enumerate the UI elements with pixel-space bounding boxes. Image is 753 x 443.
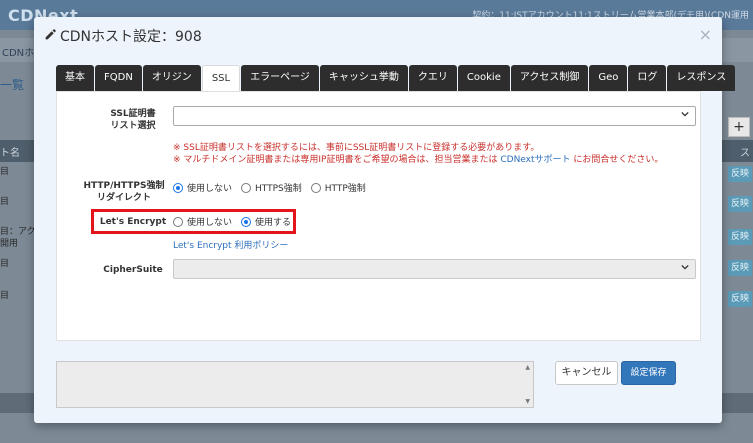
lets-encrypt-radio-group: 使用しない 使用する (173, 215, 300, 228)
table-row: 目 (0, 259, 10, 269)
radio-label: 使用しない (187, 184, 233, 194)
tab-error-page[interactable]: エラーページ (241, 65, 319, 91)
radio-button[interactable] (173, 216, 183, 227)
redirect-label-line1: HTTP/HTTPS強制 (83, 181, 165, 191)
ssl-cert-note-2-suffix: にお問合せください。 (570, 155, 664, 165)
tab-cache-behavior[interactable]: キャッシュ挙動 (319, 65, 408, 91)
radio-label: HTTPS強制 (255, 184, 302, 194)
radio-button[interactable] (241, 216, 252, 227)
chevron-down-icon (681, 111, 689, 117)
scroll-up-icon[interactable]: ▲ (525, 364, 530, 371)
table-row: 目 (0, 291, 10, 301)
add-button[interactable]: + (728, 117, 750, 137)
dialog-header: CDNホスト設定：908 × (34, 17, 722, 53)
ssl-cert-select[interactable] (173, 106, 696, 126)
radio-button[interactable] (310, 182, 321, 193)
cancel-button[interactable]: キャンセル (555, 361, 618, 385)
scroll-down-icon[interactable]: ▼ (525, 398, 530, 405)
table-row: 目 (0, 167, 10, 177)
pencil-icon (45, 29, 56, 40)
lets-encrypt-label: Let's Encrypt (99, 217, 167, 227)
radio-label: 使用しない (187, 218, 233, 228)
radio-button[interactable] (241, 182, 252, 193)
redirect-option-http[interactable]: HTTP強制 (310, 181, 366, 194)
message-textarea[interactable]: ▲ ▼ (56, 361, 534, 408)
cdnext-support-link[interactable]: CDNextサポート (500, 155, 570, 165)
ssl-settings-panel: SSL証明書 リスト選択 ※ SSL証明書リストを選択するには、事前にSSL証明… (56, 91, 701, 341)
cipher-suite-label: CipherSuite (103, 265, 163, 275)
tab-fqdn[interactable]: FQDN (95, 65, 142, 91)
table-row: 目：アク (0, 227, 36, 237)
app-list-heading: 一覧 (0, 78, 25, 92)
tab-geo[interactable]: Geo (589, 65, 628, 91)
table-header-name: ト名 (0, 148, 20, 159)
tab-log[interactable]: ログ (628, 65, 667, 91)
row-apply-button[interactable]: 反映 (728, 291, 752, 307)
ssl-cert-note-2: ※ マルチドメイン証明書または専用IP証明書をご希望の場合は、担当営業または C… (173, 152, 663, 165)
save-settings-button[interactable]: 設定保存 (621, 361, 676, 385)
table-header-status: ス (740, 148, 750, 159)
ssl-cert-note-2-prefix: ※ マルチドメイン証明書または専用IP証明書をご希望の場合は、担当営業または (173, 155, 501, 165)
redirect-label-line2: リダイレクト (96, 193, 151, 203)
ssl-cert-label-line2: リスト選択 (110, 121, 156, 131)
row-apply-button[interactable]: 反映 (728, 166, 752, 182)
tab-access-control[interactable]: アクセス制御 (510, 65, 589, 91)
cdn-host-settings-dialog: CDNホスト設定：908 × 基本 FQDN オリジン SSL エラーページ キ… (34, 17, 736, 423)
redirect-label: HTTP/HTTPS強制 リダイレクト (79, 180, 169, 204)
lets-encrypt-option-off[interactable]: 使用しない (173, 215, 232, 228)
tab-query[interactable]: クエリ (408, 65, 457, 91)
tab-basic[interactable]: 基本 (56, 65, 94, 91)
app-tab-cdnhost[interactable]: CDNホ (2, 44, 34, 59)
tab-ssl[interactable]: SSL (201, 65, 241, 91)
table-row: 開用 (0, 239, 19, 249)
row-apply-button[interactable]: 反映 (728, 260, 752, 276)
ssl-cert-label-line1: SSL証明書 (110, 109, 156, 119)
dialog-title: CDNホスト設定：908 (60, 29, 202, 45)
radio-label: 使用する (255, 218, 292, 228)
tab-cookie[interactable]: Cookie (457, 65, 510, 91)
table-row: 目 (0, 197, 10, 207)
redirect-option-none[interactable]: 使用しない (173, 181, 232, 194)
ssl-cert-label: SSL証明書 リスト選択 (97, 108, 169, 132)
tab-origin[interactable]: オリジン (142, 65, 201, 91)
tab-response[interactable]: レスポンス (667, 65, 736, 91)
radio-button[interactable] (173, 182, 183, 193)
row-apply-button[interactable]: 反映 (728, 229, 752, 245)
redirect-option-https[interactable]: HTTPS強制 (241, 181, 302, 194)
redirect-radio-group: 使用しない HTTPS強制 HTTP強制 (173, 181, 375, 194)
settings-tabs: 基本 FQDN オリジン SSL エラーページ キャッシュ挙動 クエリ Cook… (56, 65, 736, 91)
chevron-down-icon (681, 264, 689, 270)
lets-encrypt-policy-link[interactable]: Let's Encrypt 利用ポリシー (173, 238, 288, 251)
cipher-suite-select[interactable] (173, 259, 696, 279)
radio-label: HTTP強制 (324, 184, 366, 194)
row-apply-button[interactable]: 反映 (728, 196, 752, 212)
close-icon[interactable]: × (699, 25, 712, 44)
lets-encrypt-option-on[interactable]: 使用する (241, 215, 291, 228)
